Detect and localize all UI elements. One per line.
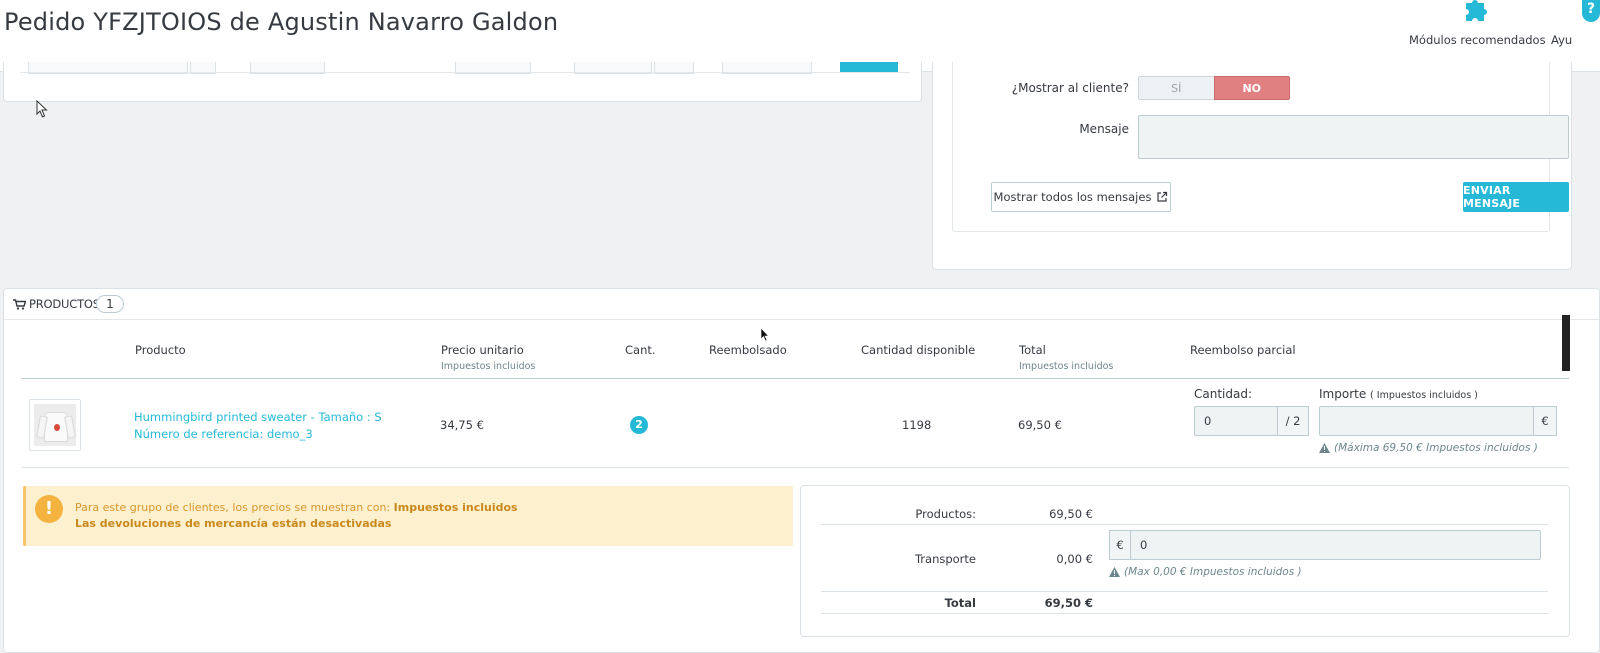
col-unit-price-sub: Impuestos incluidos: [441, 361, 536, 372]
shipping-refund-input[interactable]: 0: [1130, 530, 1541, 560]
col-available: Cantidad disponible: [861, 343, 976, 357]
message-form: ¿Mostrar al cliente? SÍ NO Mensaje Mostr…: [952, 62, 1569, 232]
help-button[interactable]: ? Ayu: [1548, 0, 1600, 60]
products-card: PRODUCTOS 1 Producto Precio unitario Imp…: [3, 288, 1600, 653]
col-product: Producto: [135, 343, 186, 357]
totals-shipping-label: Transporte: [914, 552, 976, 566]
totals-total-value: 69,50 €: [1044, 596, 1093, 610]
show-all-messages-label: Mostrar todos los mensajes: [993, 190, 1152, 204]
page-title: Pedido YFZJTOIOS de Agustin Navarro Gald…: [4, 8, 559, 36]
cart-icon: [13, 298, 26, 310]
alert-line-1-bold: Impuestos incluidos: [393, 501, 518, 514]
help-icon: ?: [1582, 0, 1600, 22]
show-client-label: ¿Mostrar al cliente?: [1011, 81, 1129, 95]
help-label: Ayu: [1551, 33, 1573, 47]
col-total-sub: Impuestos incluidos: [1019, 361, 1114, 372]
cursor-icon: [760, 327, 770, 342]
show-client-toggle[interactable]: SÍ NO: [1138, 76, 1290, 100]
unit-price-cell: 34,75 €: [440, 418, 484, 432]
refund-qty-label: Cantidad:: [1194, 387, 1253, 401]
warning-icon: [1319, 443, 1330, 453]
refund-qty-input[interactable]: 0: [1194, 406, 1278, 436]
header-divider: [22, 378, 1569, 379]
totals-divider: [821, 613, 1548, 614]
product-thumbnail[interactable]: [29, 399, 81, 451]
divider: [20, 72, 910, 73]
toggle-yes[interactable]: SÍ: [1138, 76, 1214, 100]
alert-line-1-text: Para este grupo de clientes, los precios…: [75, 501, 394, 514]
puzzle-icon: [1466, 0, 1487, 21]
refund-hint-text: (Máxima 69,50 € Impuestos incluidos ): [1334, 442, 1538, 454]
message-label: Mensaje: [1079, 122, 1129, 136]
toggle-no[interactable]: NO: [1213, 76, 1290, 100]
col-partial-refund: Reembolso parcial: [1190, 343, 1296, 357]
row-divider: [22, 467, 1569, 468]
ghost-button[interactable]: [840, 62, 898, 72]
refund-hint: (Máxima 69,50 € Impuestos incluidos ): [1319, 442, 1538, 454]
show-all-messages-button[interactable]: Mostrar todos los mensajes: [991, 182, 1171, 212]
totals-panel: Productos: 69,50 € Transporte 0,00 € € 0…: [800, 485, 1570, 637]
shipping-hint-text: (Max 0,00 € Impuestos incluidos ): [1124, 566, 1302, 578]
totals-shipping-value: 0,00 €: [1056, 552, 1093, 566]
qty-badge: 2: [630, 416, 648, 434]
scrollbar-thumb[interactable]: [1562, 315, 1570, 371]
col-total: Total: [1019, 343, 1046, 357]
refund-amount-input[interactable]: [1319, 406, 1534, 436]
send-message-button[interactable]: ENVIAR MENSAJE: [1463, 182, 1569, 212]
alert-line-2: Las devoluciones de mercancía están desa…: [75, 517, 392, 530]
products-count-badge: 1: [96, 295, 124, 313]
refund-amount-sub: ( Impuestos incluidos ): [1370, 390, 1478, 401]
available-cell: 1198: [902, 418, 932, 432]
messages-card: ¿Mostrar al cliente? SÍ NO Mensaje Mostr…: [932, 62, 1572, 270]
refund-qty-max: / 2: [1277, 406, 1309, 436]
alert-line-1: Para este grupo de clientes, los precios…: [75, 501, 518, 514]
products-title-text: PRODUCTOS: [29, 297, 100, 311]
tax-info-alert: ! Para este grupo de clientes, los preci…: [23, 486, 793, 546]
refund-amount-label: Importe ( Impuestos incluidos ): [1319, 387, 1478, 401]
col-refunded: Reembolsado: [709, 343, 787, 357]
refund-amount-label-text: Importe: [1319, 387, 1367, 401]
products-title: PRODUCTOS: [13, 297, 100, 311]
warning-icon: !: [35, 495, 63, 523]
totals-products-label: Productos:: [915, 507, 976, 521]
message-textarea[interactable]: [1138, 115, 1569, 159]
recommended-modules-button[interactable]: Módulos recomendados: [1406, 0, 1546, 60]
external-link-icon: [1157, 191, 1168, 202]
shipping-hint: (Max 0,00 € Impuestos incluidos ): [1109, 566, 1302, 578]
shipping-currency: €: [1109, 530, 1131, 560]
product-reference: Número de referencia: demo_3: [134, 427, 313, 441]
totals-divider: [821, 524, 1548, 525]
warning-icon: [1109, 567, 1120, 577]
totals-divider: [821, 591, 1548, 592]
total-cell: 69,50 €: [1018, 418, 1062, 432]
totals-products-value: 69,50 €: [1049, 507, 1093, 521]
col-qty: Cant.: [625, 343, 656, 357]
refund-currency: €: [1533, 406, 1557, 436]
products-card-header: PRODUCTOS 1: [4, 289, 1599, 320]
product-name-link[interactable]: Hummingbird printed sweater - Tamaño : S: [134, 410, 382, 424]
totals-total-label: Total: [944, 596, 976, 610]
order-summary-card: [3, 62, 922, 102]
recommended-modules-label: Módulos recomendados: [1409, 33, 1546, 47]
sweater-image: [34, 404, 76, 446]
cursor-outline-icon: [36, 100, 48, 118]
col-unit-price: Precio unitario: [441, 343, 524, 357]
